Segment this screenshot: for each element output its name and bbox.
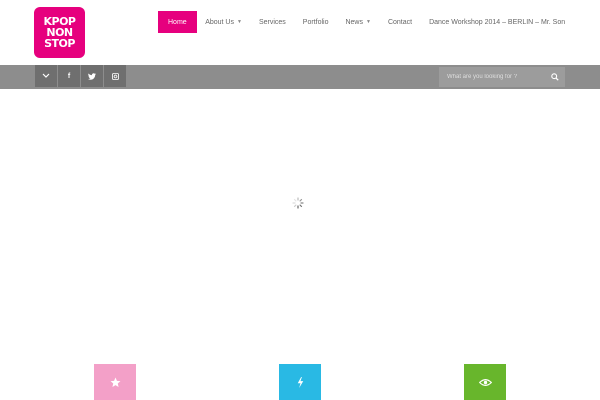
facebook-icon[interactable]: f <box>58 65 80 87</box>
feature-box-eye <box>464 364 506 400</box>
instagram-icon[interactable] <box>104 65 126 87</box>
nav-item-label: Dance Workshop 2014 – BERLIN – Mr. Son <box>429 18 566 26</box>
nav-item-dance-workshop[interactable]: Dance Workshop 2014 – BERLIN – Mr. Son <box>421 11 574 33</box>
search-icon <box>551 73 559 81</box>
caret-down-icon: ▼ <box>236 19 242 25</box>
lightning-icon <box>297 376 303 388</box>
nav-item-contact[interactable]: Contact <box>379 11 420 33</box>
nav-item-label: About Us <box>205 18 234 26</box>
nav-item-about-us[interactable]: About Us ▼ <box>197 11 251 33</box>
logo-line-3: STOP <box>44 37 75 50</box>
nav-item-home[interactable]: Home <box>158 11 197 33</box>
star-icon <box>110 377 120 387</box>
search-input[interactable] <box>439 67 545 87</box>
nav-item-label: Home <box>168 18 187 26</box>
chevron-down-icon[interactable] <box>35 65 57 87</box>
nav-item-label: Services <box>258 18 286 26</box>
nav-item-label: Contact <box>387 18 413 26</box>
twitter-icon[interactable] <box>81 65 103 87</box>
caret-down-icon: ▼ <box>365 19 371 25</box>
loading-spinner-icon <box>292 196 304 209</box>
search-box <box>439 67 565 87</box>
nav-item-label: News <box>345 18 363 26</box>
nav-item-label: Portfolio <box>302 18 329 26</box>
nav-item-services[interactable]: Services <box>250 11 294 33</box>
nav-item-news[interactable]: News ▼ <box>337 11 379 33</box>
main-nav: Home About Us ▼ Services Portfolio News … <box>158 11 574 33</box>
nav-item-portfolio[interactable]: Portfolio <box>294 11 337 33</box>
site-header: KPOP NON STOP Home About Us ▼ Services P… <box>0 0 600 65</box>
feature-box-star <box>94 364 136 400</box>
search-button[interactable] <box>545 67 565 87</box>
site-logo[interactable]: KPOP NON STOP <box>34 7 85 58</box>
eye-icon <box>478 378 492 386</box>
feature-box-lightning <box>279 364 321 400</box>
top-bar: f <box>0 65 600 89</box>
facebook-glyph: f <box>67 72 71 80</box>
